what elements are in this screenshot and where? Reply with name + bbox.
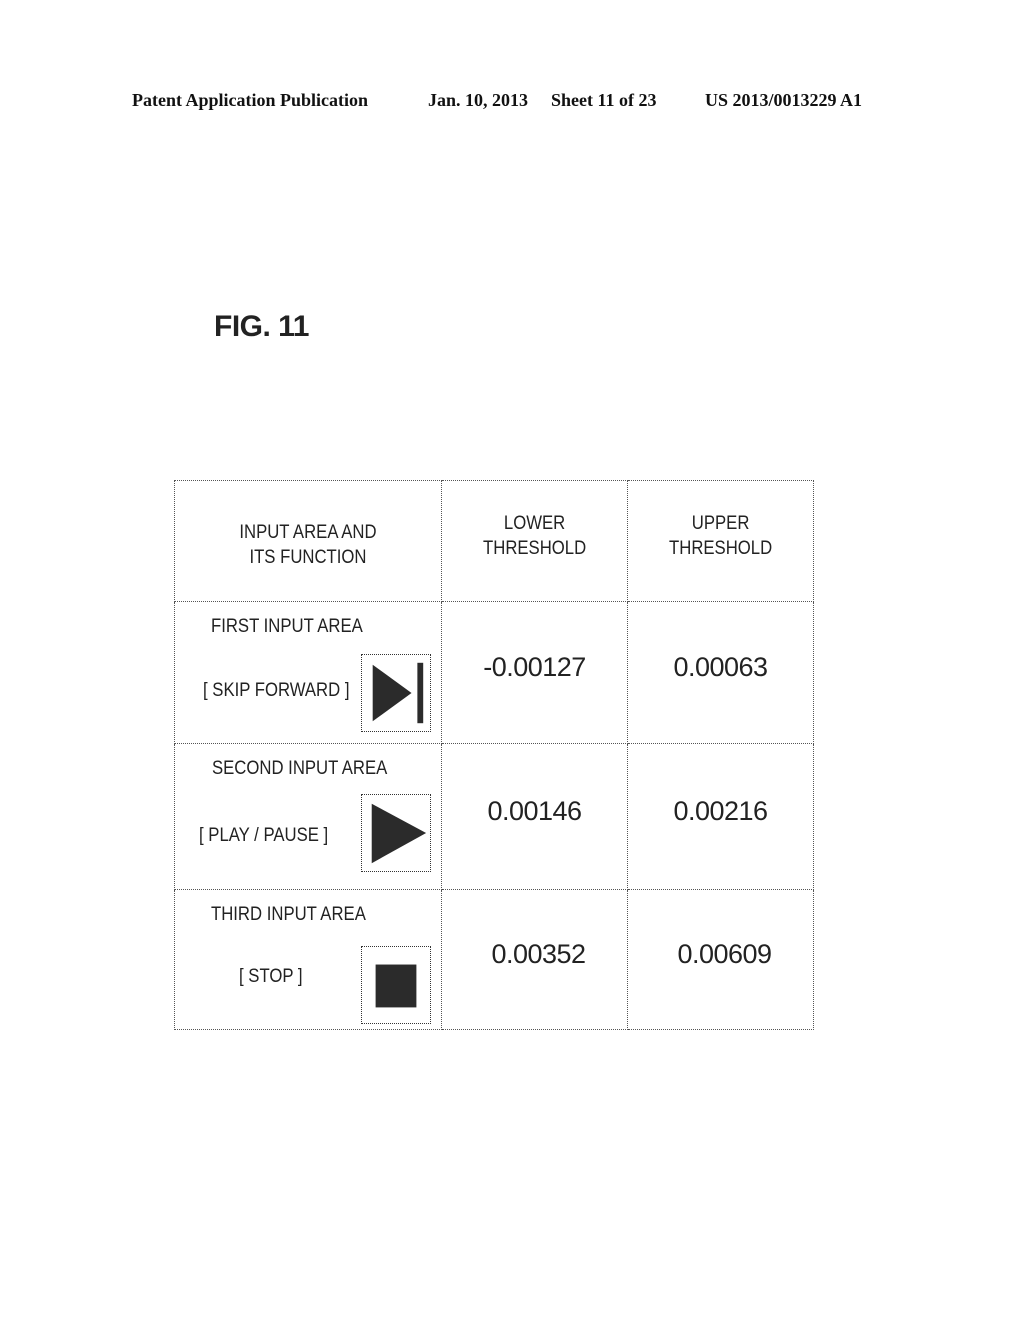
play-icon (361, 794, 431, 872)
input-area-cell: SECOND INPUT AREA [ PLAY / PAUSE ] (174, 743, 442, 890)
lower-threshold-value: -0.00127 (483, 652, 586, 682)
column-header-lower-threshold: LOWER THRESHOLD (441, 480, 628, 602)
input-area-name: THIRD INPUT AREA (211, 904, 366, 925)
input-area-cell: THIRD INPUT AREA [ STOP ] (174, 889, 442, 1030)
lower-threshold-cell: 0.00146 (441, 743, 628, 890)
upper-threshold-cell: 0.00063 (627, 601, 814, 744)
upper-threshold-value: 0.00063 (673, 652, 768, 682)
table-row: SECOND INPUT AREA [ PLAY / PAUSE ] 0.001… (174, 743, 814, 890)
column-header-line: UPPER (691, 513, 750, 534)
lower-threshold-cell: -0.00127 (441, 601, 628, 744)
input-area-function: [ STOP ] (239, 966, 303, 987)
column-header-line: ITS FUNCTION (249, 547, 367, 568)
skip-forward-icon (361, 654, 431, 732)
column-header-upper-threshold: UPPER THRESHOLD (627, 480, 814, 602)
column-header-line: LOWER (503, 513, 566, 534)
input-area-name: FIRST INPUT AREA (211, 616, 363, 637)
input-area-function: [ PLAY / PAUSE ] (199, 825, 329, 846)
table-row: THIRD INPUT AREA [ STOP ] 0.00352 0.0060… (174, 889, 814, 1030)
threshold-table: INPUT AREA AND ITS FUNCTION LOWER THRESH… (174, 480, 814, 1030)
patent-number: US 2013/0013229 A1 (705, 90, 863, 110)
column-header-line: THRESHOLD (668, 538, 773, 559)
publication-label: Patent Application Publication (132, 90, 369, 110)
sheet-number: Sheet 11 of 23 (551, 90, 657, 110)
upper-threshold-cell: 0.00609 (627, 889, 814, 1030)
page-header: Patent Application Publication Jan. 10, … (0, 90, 1024, 114)
publication-date: Jan. 10, 2013 (428, 90, 529, 110)
figure-title: FIG. 11 (214, 310, 309, 343)
input-area-function: [ SKIP FORWARD ] (203, 680, 350, 701)
upper-threshold-cell: 0.00216 (627, 743, 814, 890)
column-header-line: THRESHOLD (482, 538, 587, 559)
table-row: FIRST INPUT AREA [ SKIP FORWARD ] -0.001… (174, 601, 814, 744)
input-area-name: SECOND INPUT AREA (212, 758, 388, 779)
column-header-line: INPUT AREA AND (239, 522, 377, 543)
input-area-cell: FIRST INPUT AREA [ SKIP FORWARD ] (174, 601, 442, 744)
lower-threshold-cell: 0.00352 (441, 889, 628, 1030)
lower-threshold-value: 0.00352 (491, 938, 586, 969)
upper-threshold-value: 0.00609 (677, 938, 772, 969)
upper-threshold-value: 0.00216 (673, 795, 768, 826)
lower-threshold-value: 0.00146 (487, 795, 582, 826)
table-header-row: INPUT AREA AND ITS FUNCTION LOWER THRESH… (174, 480, 814, 602)
stop-icon (361, 946, 431, 1024)
column-header-input-area: INPUT AREA AND ITS FUNCTION (174, 480, 442, 602)
